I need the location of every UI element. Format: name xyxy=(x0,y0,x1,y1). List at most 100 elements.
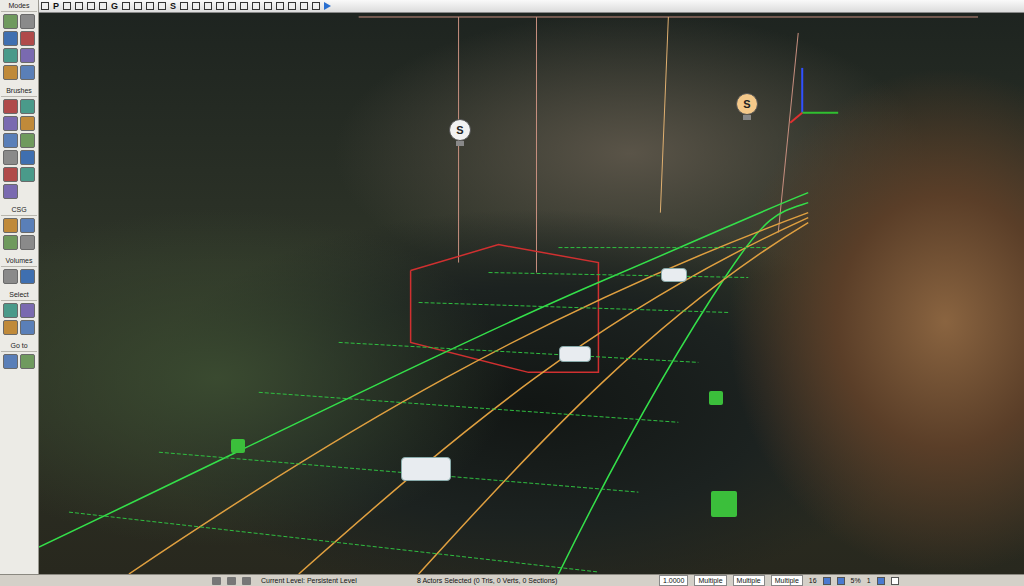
toolbar-icon[interactable] xyxy=(146,2,154,10)
light-marker[interactable]: S xyxy=(736,93,758,120)
tool-icon[interactable] xyxy=(3,48,18,63)
toolbar-icon[interactable] xyxy=(75,2,83,10)
section-title: Modes xyxy=(1,1,37,12)
tool-icon[interactable] xyxy=(20,48,35,63)
toolbar-icon[interactable] xyxy=(264,2,272,10)
tool-icon[interactable] xyxy=(3,150,18,165)
tool-icon[interactable] xyxy=(3,65,18,80)
bulb-stem xyxy=(456,141,464,146)
status-field[interactable]: Multiple xyxy=(771,575,803,586)
editor-window: ModesBrushesCSGVolumesSelectGo toPGSSSCu… xyxy=(0,0,1024,586)
toolbar-icon[interactable] xyxy=(300,2,308,10)
tool-icon[interactable] xyxy=(20,133,35,148)
toolbar: PGS xyxy=(39,0,1024,13)
tool-icon[interactable] xyxy=(20,31,35,46)
tool-icon[interactable] xyxy=(3,303,18,318)
status-checkbox[interactable] xyxy=(877,577,885,585)
status-icon[interactable] xyxy=(212,577,221,585)
toolbar-icon[interactable] xyxy=(122,2,130,10)
toolbar-icon[interactable] xyxy=(134,2,142,10)
sidebar-section: CSG xyxy=(0,205,38,250)
tool-icon[interactable] xyxy=(3,133,18,148)
toolbar-icon[interactable] xyxy=(192,2,200,10)
status-field[interactable]: Multiple xyxy=(694,575,726,586)
status-checkbox[interactable] xyxy=(823,577,831,585)
tool-icon[interactable] xyxy=(20,65,35,80)
section-title: Select xyxy=(1,290,37,301)
toolbar-icon[interactable] xyxy=(180,2,188,10)
spline-overlay-icon xyxy=(39,13,1024,574)
sidebar-section: Brushes xyxy=(0,86,38,199)
green-marker-icon[interactable] xyxy=(709,391,723,405)
tool-icon[interactable] xyxy=(3,167,18,182)
toolbar-icon[interactable] xyxy=(63,2,71,10)
viewport[interactable]: SS xyxy=(39,13,1024,574)
status-checkbox[interactable] xyxy=(837,577,845,585)
tool-icon[interactable] xyxy=(3,235,18,250)
toolbar-icon[interactable] xyxy=(99,2,107,10)
green-marker-icon[interactable] xyxy=(231,439,245,453)
toolbar-icon[interactable] xyxy=(158,2,166,10)
tool-icon[interactable] xyxy=(3,269,18,284)
tool-icon[interactable] xyxy=(20,269,35,284)
bulb-stem xyxy=(743,115,751,120)
section-title: Go to xyxy=(1,341,37,352)
status-field[interactable]: Multiple xyxy=(733,575,765,586)
status-count[interactable]: 1 xyxy=(867,575,871,586)
tool-icon[interactable] xyxy=(20,167,35,182)
toolbar-icon[interactable] xyxy=(41,2,49,10)
toolbar-icon[interactable] xyxy=(240,2,248,10)
toolbar-icon[interactable] xyxy=(228,2,236,10)
tool-icon[interactable] xyxy=(3,14,18,29)
toolbar-icon[interactable] xyxy=(288,2,296,10)
section-title: Brushes xyxy=(1,86,37,97)
tool-icon[interactable] xyxy=(3,354,18,369)
zoom-level[interactable]: 5% xyxy=(851,575,861,586)
status-checkbox[interactable] xyxy=(891,577,899,585)
toolbar-button[interactable]: S xyxy=(170,1,176,12)
tool-icon[interactable] xyxy=(20,99,35,114)
right-column: PGSSS xyxy=(39,0,1024,574)
tool-grid xyxy=(3,303,35,335)
green-marker-icon[interactable] xyxy=(711,491,737,517)
selection-info: 8 Actors Selected (0 Tris, 0 Verts, 0 Se… xyxy=(417,575,653,586)
tool-icon[interactable] xyxy=(3,218,18,233)
tool-grid xyxy=(3,99,35,199)
tool-icon[interactable] xyxy=(3,184,18,199)
tool-icon[interactable] xyxy=(20,354,35,369)
toolbar-button[interactable]: P xyxy=(53,1,59,12)
tool-icon[interactable] xyxy=(20,218,35,233)
bulb-icon: S xyxy=(736,93,758,115)
toolbar-icon[interactable] xyxy=(204,2,212,10)
tool-icon[interactable] xyxy=(20,320,35,335)
status-icon[interactable] xyxy=(227,577,236,585)
status-field[interactable]: 1.0000 xyxy=(659,575,688,586)
tool-icon[interactable] xyxy=(3,99,18,114)
toolbar-button[interactable]: G xyxy=(111,1,118,12)
tool-icon[interactable] xyxy=(3,31,18,46)
tool-icon[interactable] xyxy=(20,303,35,318)
camera-icon[interactable] xyxy=(661,268,687,282)
status-icon[interactable] xyxy=(242,577,251,585)
grid-size[interactable]: 16 xyxy=(809,575,817,586)
toolbar-icon[interactable] xyxy=(276,2,284,10)
camera-icon[interactable] xyxy=(559,346,591,362)
camera-icon[interactable] xyxy=(401,457,451,481)
toolbar-icon[interactable] xyxy=(252,2,260,10)
tool-icon[interactable] xyxy=(3,320,18,335)
toolbar-icon[interactable] xyxy=(216,2,224,10)
tool-icon[interactable] xyxy=(20,150,35,165)
tool-icon[interactable] xyxy=(20,14,35,29)
tool-icon[interactable] xyxy=(20,235,35,250)
sidebar-section: Go to xyxy=(0,341,38,369)
sidebar-section: Select xyxy=(0,290,38,335)
light-marker[interactable]: S xyxy=(449,119,471,146)
tool-grid xyxy=(3,218,35,250)
tool-icon[interactable] xyxy=(3,116,18,131)
tool-grid xyxy=(3,269,35,284)
main-area: ModesBrushesCSGVolumesSelectGo toPGSSS xyxy=(0,0,1024,574)
play-icon[interactable] xyxy=(324,2,331,10)
toolbar-icon[interactable] xyxy=(312,2,320,10)
toolbar-icon[interactable] xyxy=(87,2,95,10)
tool-icon[interactable] xyxy=(20,116,35,131)
